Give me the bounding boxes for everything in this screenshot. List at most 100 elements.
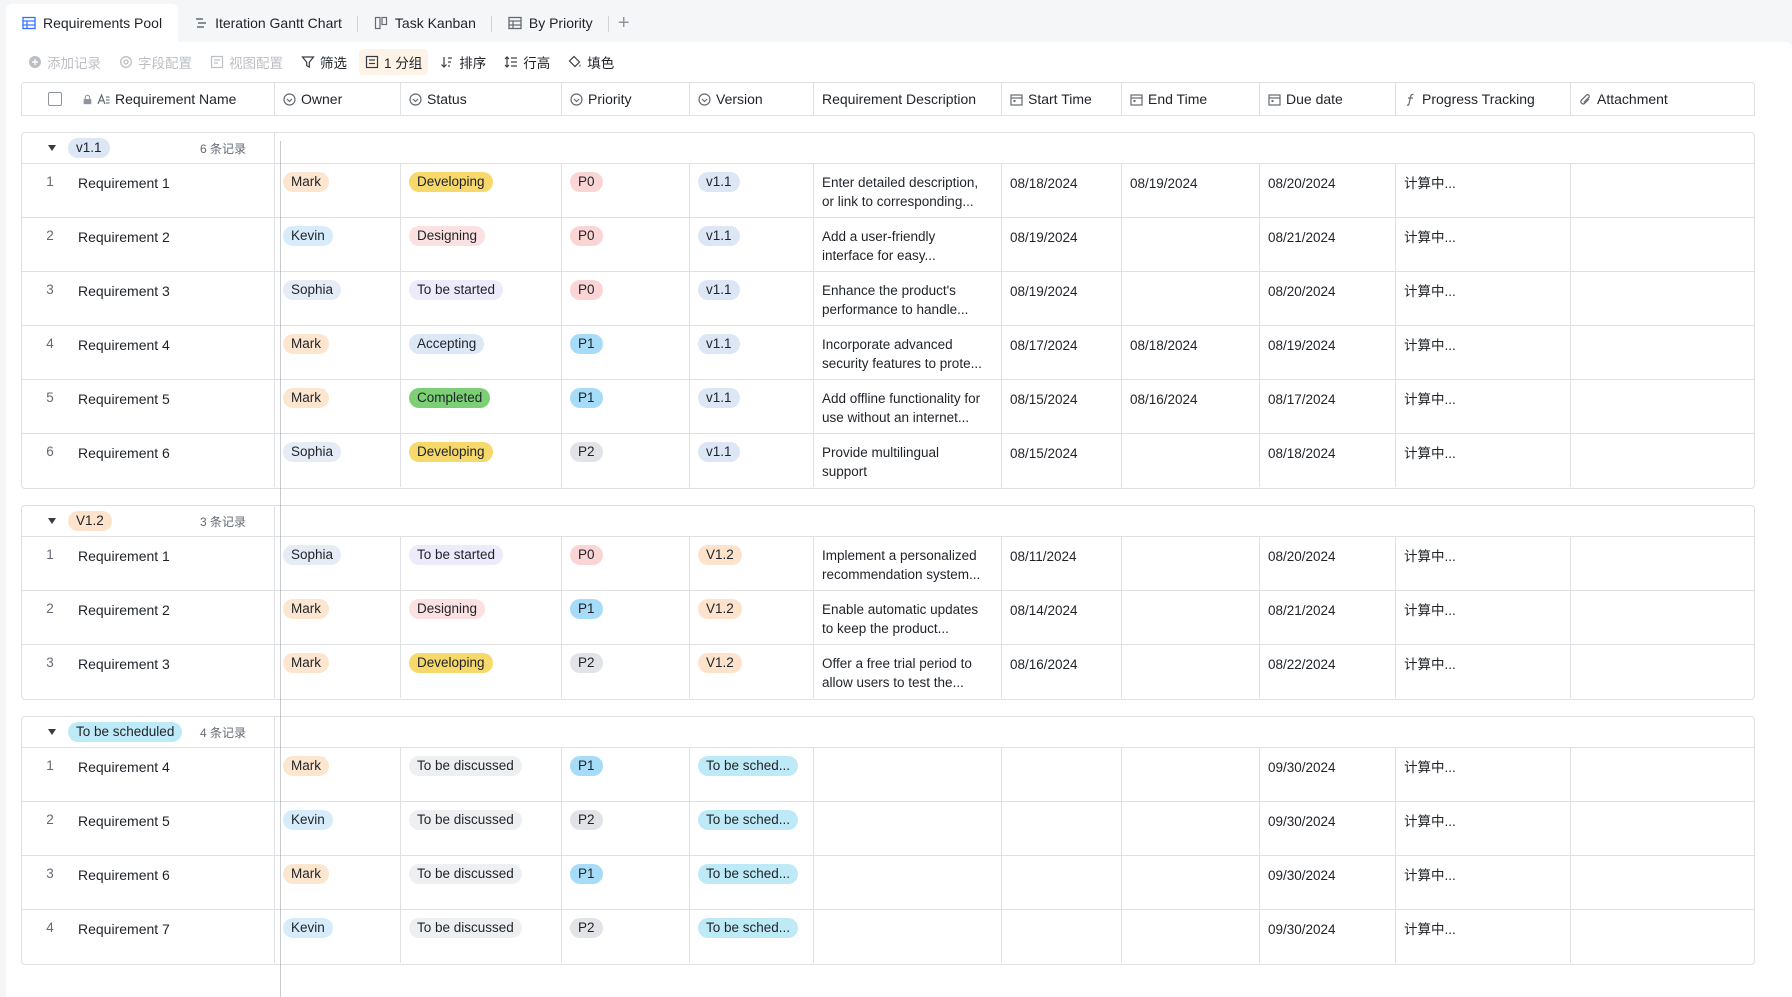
- due-date-cell[interactable]: 08/19/2024: [1260, 326, 1396, 379]
- attachment-cell[interactable]: [1571, 380, 1752, 433]
- field-config-button[interactable]: 字段配置: [113, 49, 198, 75]
- status-cell[interactable]: Completed: [401, 380, 562, 433]
- version-cell[interactable]: To be sched...: [690, 802, 814, 855]
- due-date-cell[interactable]: 09/30/2024: [1260, 856, 1396, 909]
- end-time-cell[interactable]: [1122, 748, 1260, 801]
- attachment-cell[interactable]: [1571, 537, 1752, 590]
- version-cell[interactable]: v1.1: [690, 434, 814, 487]
- attachment-cell[interactable]: [1571, 748, 1752, 801]
- progress-tracking-cell[interactable]: 计算中...: [1396, 326, 1571, 379]
- start-time-cell[interactable]: 08/11/2024: [1002, 537, 1122, 590]
- start-time-cell[interactable]: 08/15/2024: [1002, 434, 1122, 487]
- description-cell[interactable]: Enable automatic updates to keep the prod…: [814, 591, 1002, 644]
- group-header[interactable]: v1.1 6 条记录: [22, 133, 1754, 164]
- owner-cell[interactable]: Kevin: [275, 802, 401, 855]
- attachment-cell[interactable]: [1571, 591, 1752, 644]
- view-config-button[interactable]: 视图配置: [204, 49, 289, 75]
- due-date-cell[interactable]: 08/17/2024: [1260, 380, 1396, 433]
- fill-color-button[interactable]: 填色: [562, 49, 620, 75]
- table-row[interactable]: 4 Requirement 7 Kevin To be discussed P2 To b…: [22, 910, 1754, 964]
- requirement-name-cell[interactable]: 5 Requirement 5: [22, 380, 275, 433]
- end-time-cell[interactable]: [1122, 537, 1260, 590]
- version-cell[interactable]: To be sched...: [690, 748, 814, 801]
- status-cell[interactable]: To be started: [401, 537, 562, 590]
- tab-iteration-gantt-chart[interactable]: Iteration Gantt Chart: [178, 4, 358, 42]
- group-button[interactable]: 1 分组: [359, 49, 429, 75]
- requirement-name-cell[interactable]: 6 Requirement 6: [22, 434, 275, 487]
- requirement-name-cell[interactable]: 2 Requirement 2: [22, 218, 275, 271]
- table-row[interactable]: 3 Requirement 3 Mark Developing P2 V1.2 Offer …: [22, 645, 1754, 699]
- priority-cell[interactable]: P2: [562, 645, 690, 698]
- due-date-cell[interactable]: 08/20/2024: [1260, 537, 1396, 590]
- chevron-down-icon[interactable]: [48, 518, 56, 524]
- version-cell[interactable]: V1.2: [690, 591, 814, 644]
- tab-task-kanban[interactable]: Task Kanban: [358, 4, 492, 42]
- status-cell[interactable]: Developing: [401, 645, 562, 698]
- owner-cell[interactable]: Kevin: [275, 910, 401, 963]
- table-row[interactable]: 4 Requirement 4 Mark Accepting P1 v1.1 Incorpo…: [22, 326, 1754, 380]
- column-header-requirement-name[interactable]: Requirement Name: [22, 83, 275, 115]
- description-cell[interactable]: [814, 910, 1002, 963]
- attachment-cell[interactable]: [1571, 856, 1752, 909]
- attachment-cell[interactable]: [1571, 272, 1752, 325]
- table-row[interactable]: 1 Requirement 4 Mark To be discussed P1 To be…: [22, 748, 1754, 802]
- table-row[interactable]: 3 Requirement 6 Mark To be discussed P1 To be…: [22, 856, 1754, 910]
- group-header[interactable]: V1.2 3 条记录: [22, 506, 1754, 537]
- attachment-cell[interactable]: [1571, 218, 1752, 271]
- table-row[interactable]: 1 Requirement 1 Sophia To be started P0 V1.2 I…: [22, 537, 1754, 591]
- tab-requirements-pool[interactable]: Requirements Pool: [6, 4, 179, 42]
- owner-cell[interactable]: Mark: [275, 591, 401, 644]
- progress-tracking-cell[interactable]: 计算中...: [1396, 537, 1571, 590]
- status-cell[interactable]: Developing: [401, 164, 562, 217]
- progress-tracking-cell[interactable]: 计算中...: [1396, 272, 1571, 325]
- start-time-cell[interactable]: 08/14/2024: [1002, 591, 1122, 644]
- add-record-button[interactable]: 添加记录: [22, 49, 107, 75]
- status-cell[interactable]: Designing: [401, 591, 562, 644]
- description-cell[interactable]: Add offline functionality for use without…: [814, 380, 1002, 433]
- status-cell[interactable]: To be discussed: [401, 748, 562, 801]
- end-time-cell[interactable]: [1122, 218, 1260, 271]
- version-cell[interactable]: v1.1: [690, 326, 814, 379]
- group-header[interactable]: To be scheduled 4 条记录: [22, 717, 1754, 748]
- select-all-checkbox[interactable]: [48, 92, 62, 106]
- due-date-cell[interactable]: 08/18/2024: [1260, 434, 1396, 487]
- version-cell[interactable]: v1.1: [690, 218, 814, 271]
- due-date-cell[interactable]: 08/21/2024: [1260, 591, 1396, 644]
- end-time-cell[interactable]: 08/16/2024: [1122, 380, 1260, 433]
- owner-cell[interactable]: Sophia: [275, 434, 401, 487]
- status-cell[interactable]: To be started: [401, 272, 562, 325]
- frozen-column-divider[interactable]: [280, 141, 281, 997]
- end-time-cell[interactable]: [1122, 910, 1260, 963]
- progress-tracking-cell[interactable]: 计算中...: [1396, 434, 1571, 487]
- attachment-cell[interactable]: [1571, 910, 1752, 963]
- start-time-cell[interactable]: [1002, 910, 1122, 963]
- priority-cell[interactable]: P0: [562, 218, 690, 271]
- end-time-cell[interactable]: 08/19/2024: [1122, 164, 1260, 217]
- version-cell[interactable]: v1.1: [690, 380, 814, 433]
- progress-tracking-cell[interactable]: 计算中...: [1396, 748, 1571, 801]
- requirement-name-cell[interactable]: 2 Requirement 5: [22, 802, 275, 855]
- due-date-cell[interactable]: 08/20/2024: [1260, 272, 1396, 325]
- row-height-button[interactable]: 行高: [498, 49, 556, 75]
- start-time-cell[interactable]: 08/19/2024: [1002, 272, 1122, 325]
- priority-cell[interactable]: P2: [562, 434, 690, 487]
- tab-by-priority[interactable]: By Priority: [492, 4, 609, 42]
- progress-tracking-cell[interactable]: 计算中...: [1396, 218, 1571, 271]
- column-header-owner[interactable]: Owner: [275, 83, 401, 115]
- owner-cell[interactable]: Mark: [275, 164, 401, 217]
- due-date-cell[interactable]: 08/20/2024: [1260, 164, 1396, 217]
- column-header-start-time[interactable]: Start Time: [1002, 83, 1122, 115]
- priority-cell[interactable]: P1: [562, 326, 690, 379]
- priority-cell[interactable]: P0: [562, 164, 690, 217]
- status-cell[interactable]: Designing: [401, 218, 562, 271]
- end-time-cell[interactable]: [1122, 591, 1260, 644]
- priority-cell[interactable]: P1: [562, 591, 690, 644]
- column-header-progress-tracking[interactable]: Progress Tracking: [1396, 83, 1571, 115]
- description-cell[interactable]: Offer a free trial period to allow users …: [814, 645, 1002, 698]
- table-row[interactable]: 2 Requirement 2 Kevin Designing P0 v1.1 Add a …: [22, 218, 1754, 272]
- description-cell[interactable]: Enhance the product's performance to hand…: [814, 272, 1002, 325]
- sort-button[interactable]: 排序: [434, 49, 492, 75]
- requirement-name-cell[interactable]: 1 Requirement 1: [22, 164, 275, 217]
- owner-cell[interactable]: Mark: [275, 645, 401, 698]
- description-cell[interactable]: [814, 856, 1002, 909]
